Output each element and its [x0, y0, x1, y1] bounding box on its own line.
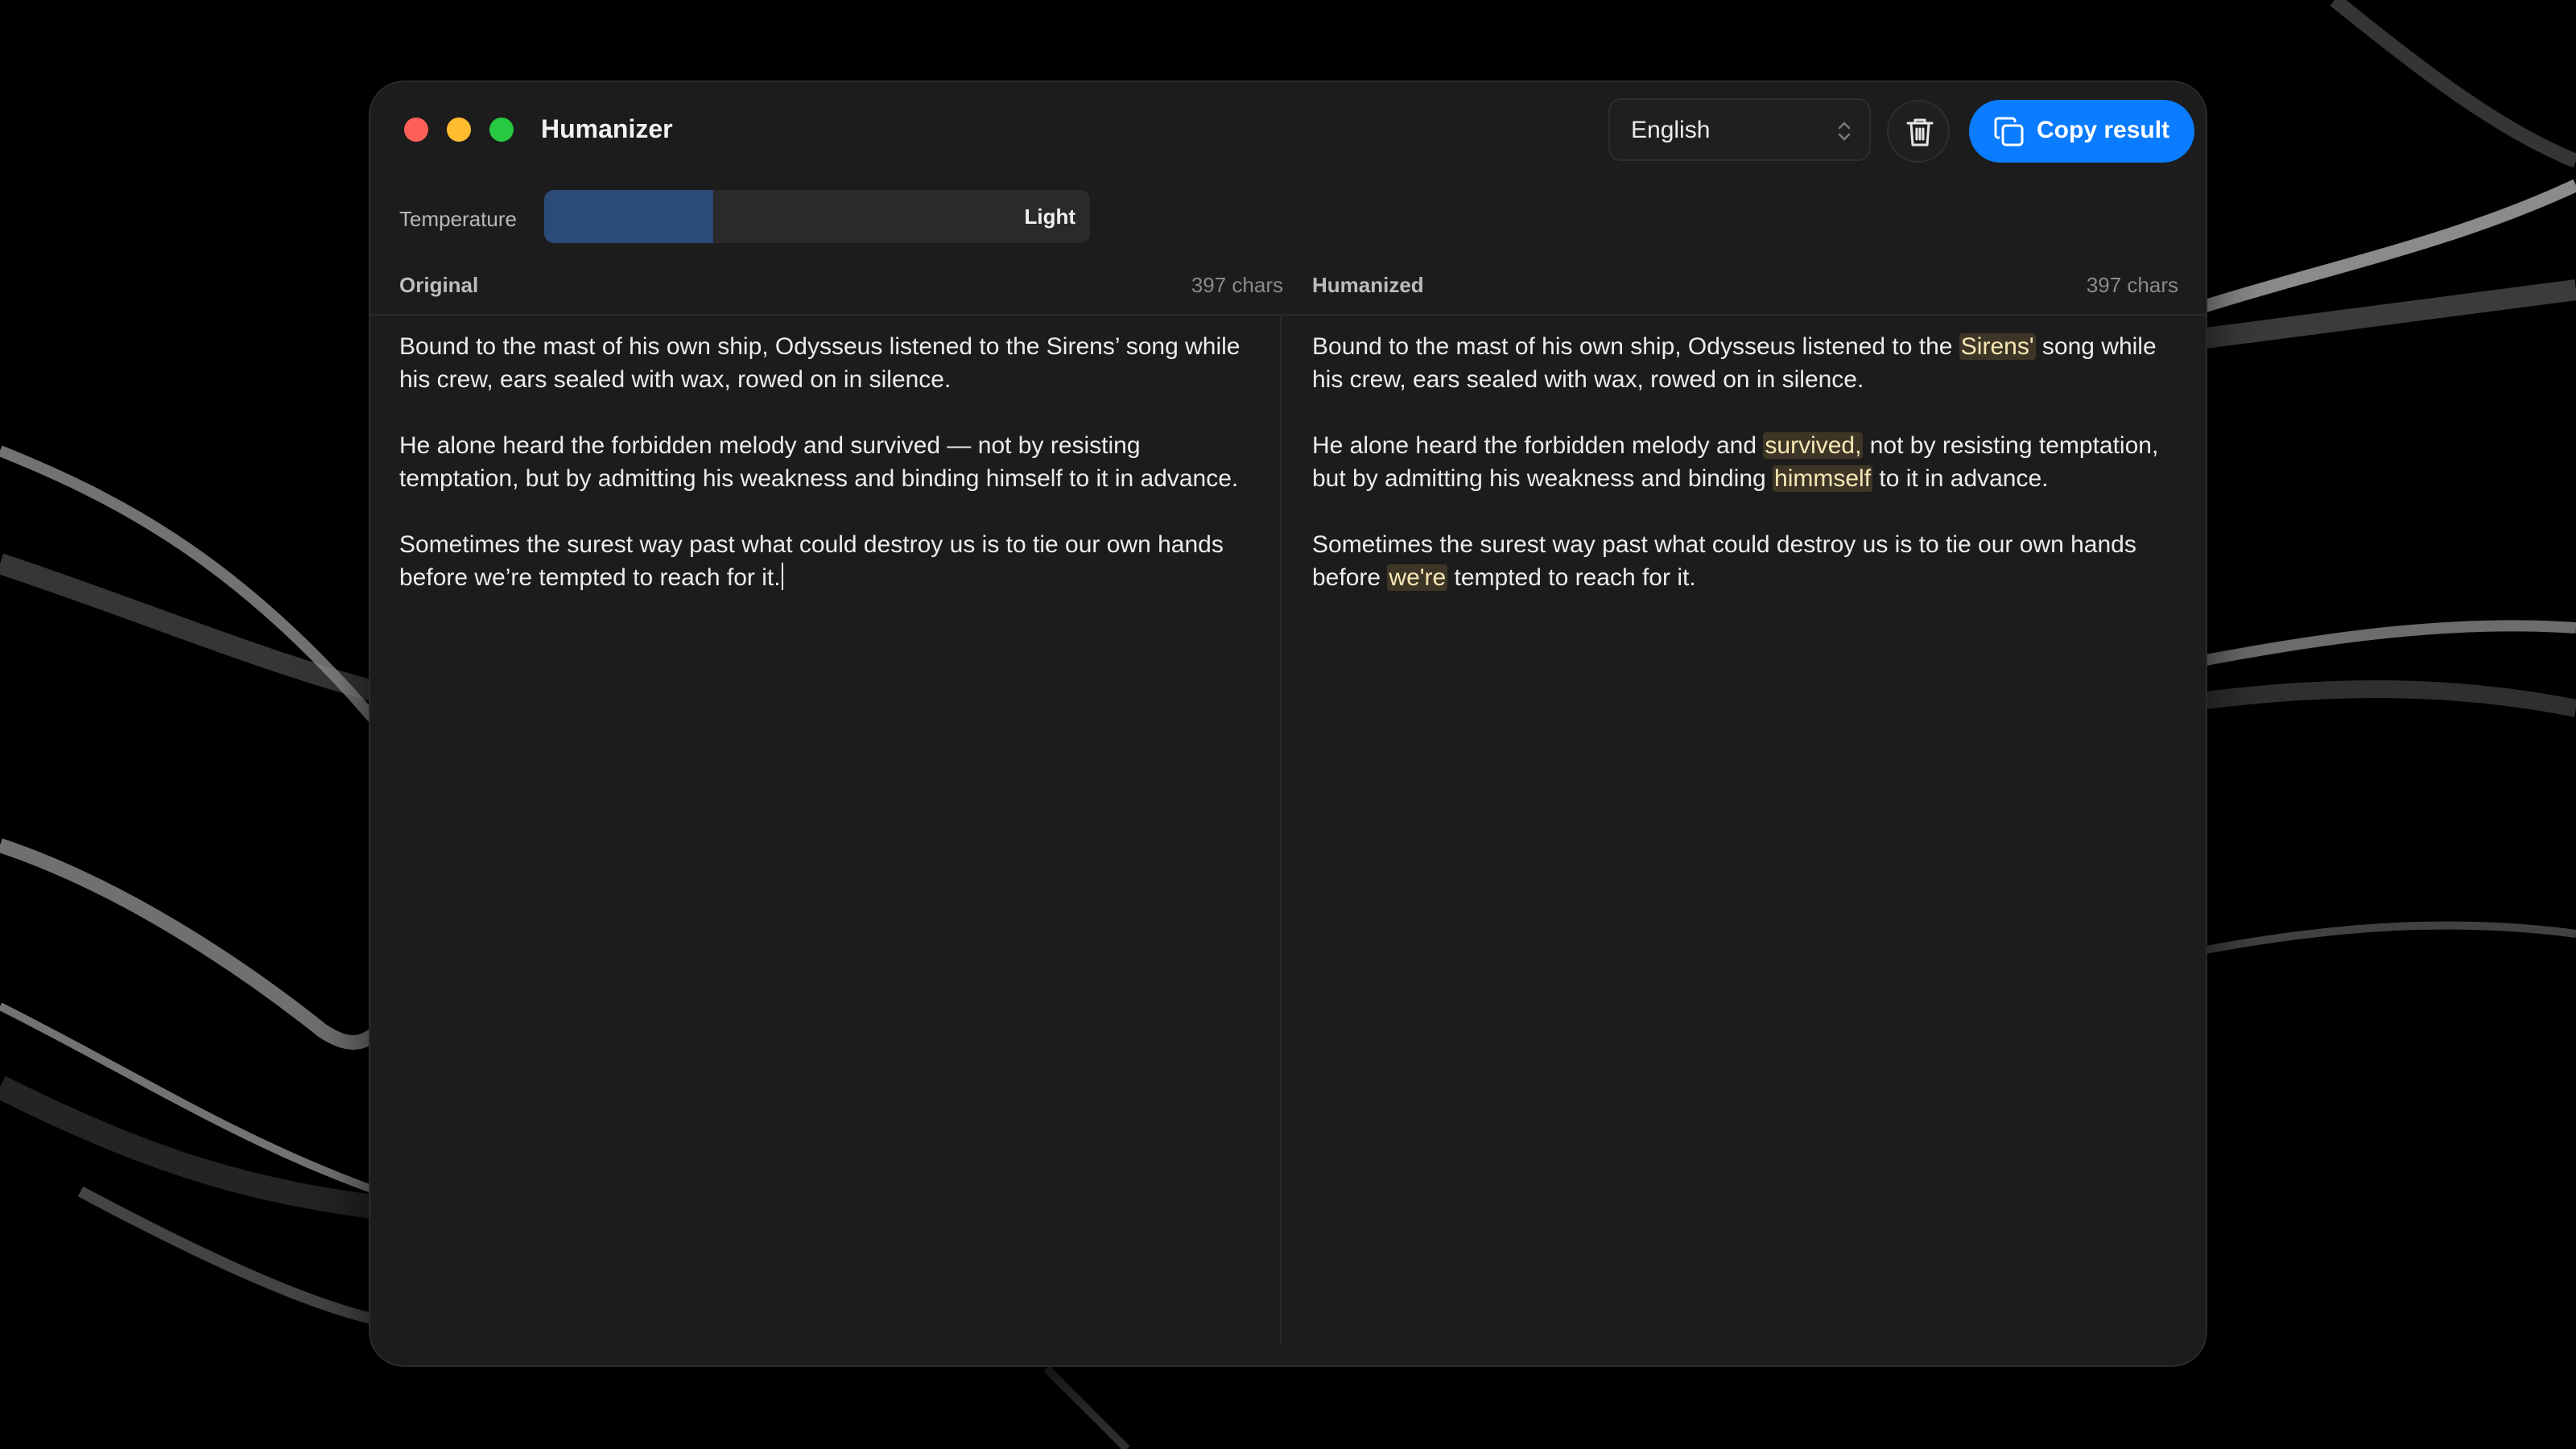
original-paragraph-text: Sometimes the surest way past what could… [399, 531, 1224, 591]
trash-icon [1906, 118, 1934, 147]
temperature-value: Light [1024, 204, 1075, 229]
copy-icon [1994, 117, 2024, 147]
original-paragraph: Bound to the mast of his own ship, Odyss… [399, 333, 1241, 393]
header-divider [370, 314, 2206, 316]
humanized-text: tempted to reach for it. [1447, 564, 1696, 591]
title-bar: Humanizer English Copy result [370, 82, 2206, 179]
humanized-text: Bound to the mast of his own ship, Odyss… [1312, 333, 1959, 360]
humanized-text: He alone heard the forbidden melody and [1312, 432, 1764, 459]
change-highlight: himmself [1773, 465, 1873, 492]
copy-result-label: Copy result [2037, 117, 2170, 143]
temperature-label: Temperature [399, 207, 517, 231]
humanized-heading: Humanized [1312, 273, 1424, 297]
zoom-icon[interactable] [489, 118, 514, 142]
original-char-count: 397 chars [1191, 273, 1283, 297]
humanized-paragraph: He alone heard the forbidden melody and … [1312, 429, 2165, 495]
humanized-text-output: Bound to the mast of his own ship, Odyss… [1312, 330, 2165, 627]
copy-result-button[interactable]: Copy result [1969, 100, 2194, 163]
change-highlight: Sirens' [1959, 333, 2036, 360]
change-highlight: survived, [1763, 432, 1864, 459]
humanized-text: to it in advance. [1872, 465, 2049, 492]
original-paragraph: Sometimes the surest way past what could… [399, 528, 1253, 594]
language-select[interactable]: English [1608, 98, 1871, 161]
app-window: Humanizer English Copy result Temperatur… [369, 80, 2207, 1367]
original-paragraph: He alone heard the forbidden melody and … [399, 432, 1239, 492]
chevron-updown-icon [1838, 122, 1851, 141]
text-cursor [781, 563, 783, 590]
close-icon[interactable] [404, 118, 428, 142]
minimize-icon[interactable] [447, 118, 471, 142]
app-title: Humanizer [541, 114, 673, 143]
original-text-editor[interactable]: Bound to the mast of his own ship, Odyss… [399, 330, 1253, 627]
humanized-paragraph: Sometimes the surest way past what could… [1312, 528, 2165, 594]
change-highlight: we're [1387, 564, 1448, 591]
pane-divider [1280, 316, 1282, 1343]
temperature-slider[interactable]: Light [544, 190, 1090, 243]
temperature-fill [544, 190, 714, 243]
humanized-paragraph: Bound to the mast of his own ship, Odyss… [1312, 330, 2165, 396]
clear-button[interactable] [1887, 100, 1950, 163]
humanized-char-count: 397 chars [2086, 273, 2178, 297]
language-label: English [1631, 117, 1711, 143]
original-heading: Original [399, 273, 479, 297]
